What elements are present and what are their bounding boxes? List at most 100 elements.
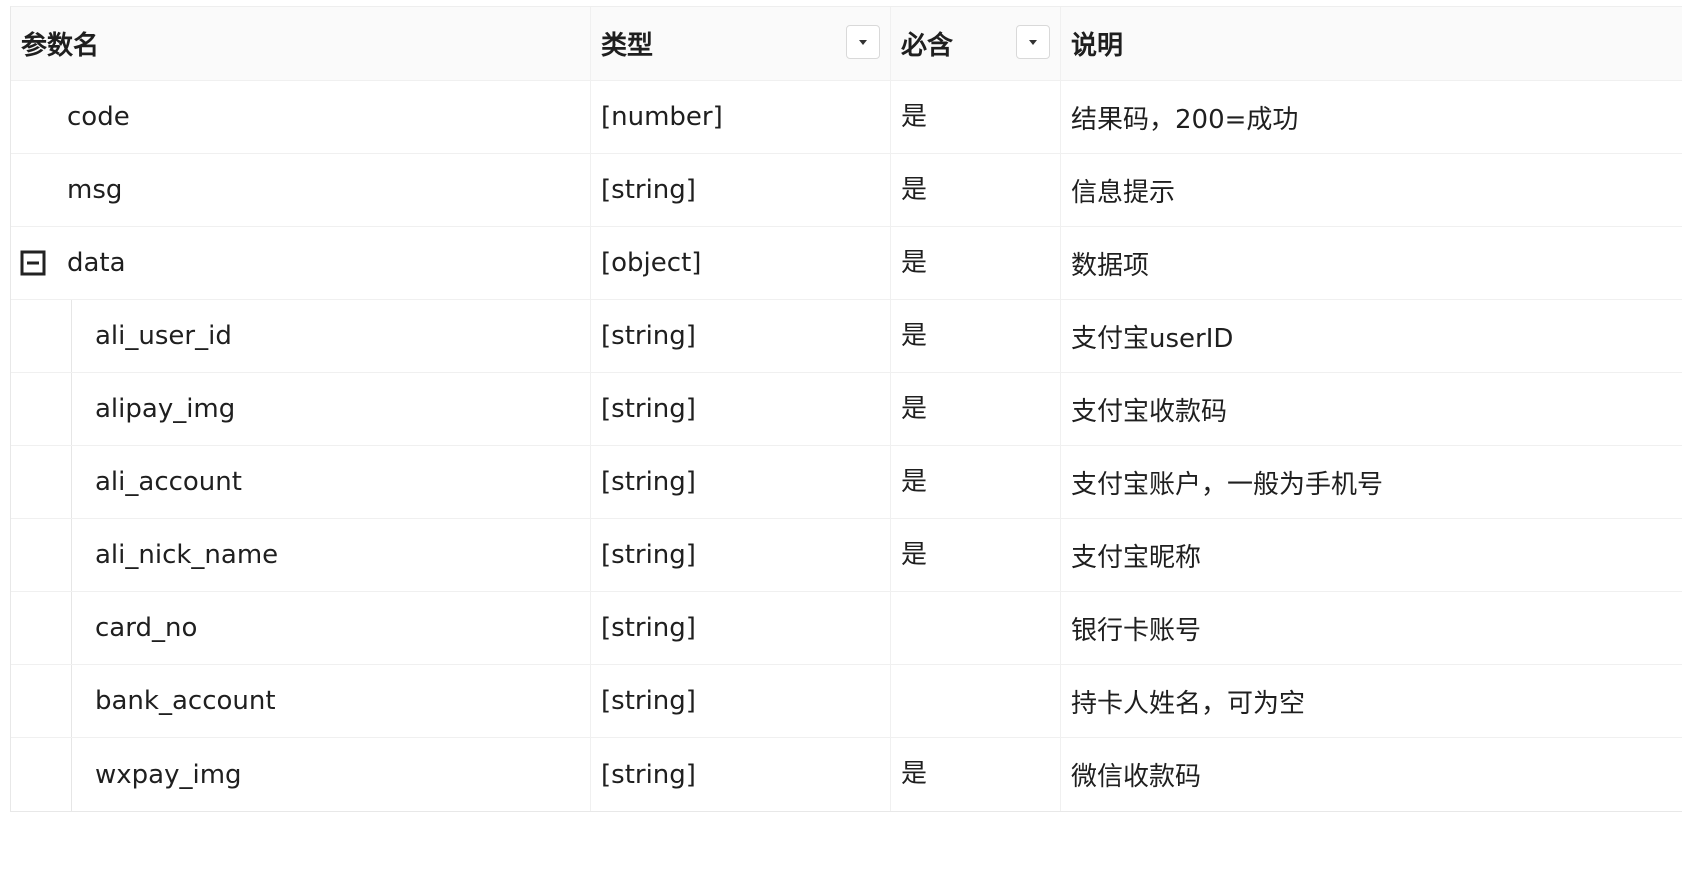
param-type-cell: [string] [591,665,891,737]
header-type-label: 类型 [601,31,654,61]
tree-indent-line [71,592,72,664]
param-type-cell: [string] [591,592,891,664]
param-required-cell: 是 [891,738,1061,811]
param-type: [string] [601,540,696,570]
header-name: 参数名 [11,7,591,80]
table-row: alipay_img [string] 是 支付宝收款码 [11,373,1682,446]
param-type-cell: [object] [591,227,891,299]
table-row: bank_account [string] 持卡人姓名，可为空 [11,665,1682,738]
param-name: msg [67,175,123,205]
param-type-cell: [string] [591,446,891,518]
param-required: 是 [901,393,928,424]
param-description-cell: 支付宝账户，一般为手机号 [1061,446,1682,518]
header-required-label: 必含 [901,31,954,61]
table-row: card_no [string] 银行卡账号 [11,592,1682,665]
param-description-cell: 微信收款码 [1061,738,1682,811]
param-required-cell: 是 [891,519,1061,591]
param-description-cell: 结果码，200=成功 [1061,81,1682,153]
table-row: ali_user_id [string] 是 支付宝userID [11,300,1682,373]
param-required: 是 [901,174,928,205]
param-name-cell: msg [11,154,591,226]
param-description: 支付宝账户，一般为手机号 [1071,469,1384,500]
param-name: wxpay_img [95,759,242,790]
param-description: 支付宝收款码 [1071,396,1228,427]
param-name-cell: bank_account [11,665,591,737]
param-type: [number] [601,102,723,132]
param-description-cell: 支付宝昵称 [1061,519,1682,591]
param-required: 是 [901,247,928,278]
table-row-expandable: data [object] 是 数据项 [11,227,1682,300]
param-type: [string] [601,759,696,790]
param-type: [string] [601,686,696,716]
param-description: 支付宝userID [1071,323,1234,354]
caret-down-icon [859,39,867,45]
param-description-cell: 支付宝收款码 [1061,373,1682,445]
param-type-cell: [number] [591,81,891,153]
param-name-cell: alipay_img [11,373,591,445]
param-name: card_no [95,613,198,643]
table-row: wxpay_img [string] 是 微信收款码 [11,738,1682,811]
header-name-label: 参数名 [21,31,100,61]
param-type: [string] [601,321,696,351]
param-name: ali_account [95,467,242,497]
param-description: 持卡人姓名，可为空 [1071,688,1306,719]
param-description: 数据项 [1071,250,1150,281]
param-type: [string] [601,613,696,643]
param-name-cell: ali_account [11,446,591,518]
param-description: 微信收款码 [1071,762,1202,792]
param-name-cell: card_no [11,592,591,664]
param-type-cell: [string] [591,373,891,445]
param-name: alipay_img [95,394,236,424]
type-filter-button[interactable] [846,25,880,59]
tree-indent-line [71,373,72,445]
tree-indent-line [71,446,72,518]
param-required: 是 [901,466,928,497]
param-name: ali_user_id [95,321,232,351]
param-name: bank_account [95,686,276,716]
tree-indent-line [71,519,72,591]
param-type: [object] [601,248,702,278]
param-description-cell: 数据项 [1061,227,1682,299]
param-name-cell: code [11,81,591,153]
header-type: 类型 [591,7,891,80]
param-name: data [67,248,126,278]
param-description: 支付宝昵称 [1071,542,1202,573]
param-required: 是 [901,320,928,351]
header-description: 说明 [1061,7,1682,80]
param-name-cell: wxpay_img [11,738,591,811]
param-name: ali_nick_name [95,540,279,570]
param-description: 信息提示 [1071,177,1176,208]
param-type-cell: [string] [591,154,891,226]
table-row: ali_account [string] 是 支付宝账户，一般为手机号 [11,446,1682,519]
minus-square-icon[interactable] [20,250,46,276]
param-description-cell: 支付宝userID [1061,300,1682,372]
required-filter-button[interactable] [1016,25,1050,59]
tree-indent-line [71,738,72,811]
param-required-cell: 是 [891,81,1061,153]
param-type-cell: [string] [591,738,891,811]
param-required-cell: 是 [891,154,1061,226]
param-name-cell: data [11,227,591,299]
param-description-cell: 持卡人姓名，可为空 [1061,665,1682,737]
tree-indent-line [71,665,72,737]
param-type: [string] [601,175,696,205]
param-name: code [67,102,130,132]
param-name-cell: ali_nick_name [11,519,591,591]
caret-down-icon [1029,39,1037,45]
header-description-label: 说明 [1071,31,1124,61]
param-description-cell: 银行卡账号 [1061,592,1682,664]
param-description: 结果码，200=成功 [1071,104,1299,135]
param-required-cell: 是 [891,373,1061,445]
table-row: code [number] 是 结果码，200=成功 [11,81,1682,154]
param-required-cell [891,592,1061,664]
param-required-cell: 是 [891,300,1061,372]
param-name-cell: ali_user_id [11,300,591,372]
param-description: 银行卡账号 [1071,615,1202,646]
param-required: 是 [901,759,928,789]
tree-indent-line [71,300,72,372]
table-row: ali_nick_name [string] 是 支付宝昵称 [11,519,1682,592]
param-description-cell: 信息提示 [1061,154,1682,226]
param-required: 是 [901,101,928,132]
param-required: 是 [901,539,928,570]
param-required-cell: 是 [891,446,1061,518]
